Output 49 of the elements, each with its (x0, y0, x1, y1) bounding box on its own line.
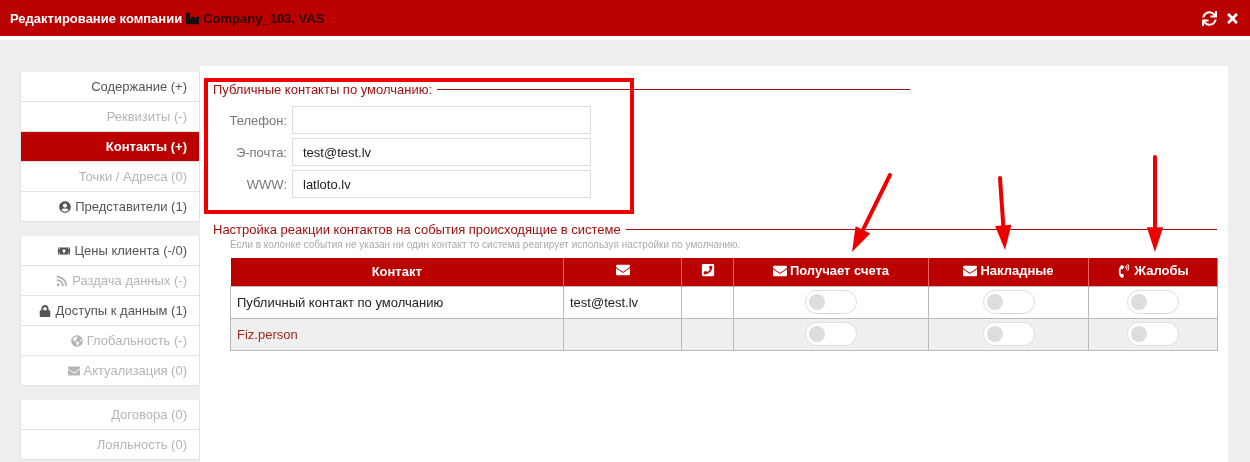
close-icon[interactable] (1225, 10, 1240, 26)
contact-link[interactable]: Fiz.person (230, 318, 564, 350)
sidebar-item[interactable]: Контакты (+) (20, 132, 200, 162)
company-name: Company_103, VAS (203, 10, 325, 26)
user-icon (59, 200, 72, 213)
toggle-switch[interactable] (982, 322, 1035, 346)
toggle-switch[interactable] (982, 290, 1035, 314)
input-field[interactable] (292, 106, 591, 134)
field-label: WWW: (245, 176, 287, 192)
sidebar-label: Представители (1) (75, 199, 187, 214)
refresh-icon[interactable] (1202, 10, 1217, 26)
banknote-icon (58, 244, 71, 257)
sidebar-label: Глобальность (-) (86, 333, 187, 348)
toggle-switch[interactable] (805, 322, 857, 346)
toggle-switch[interactable] (1127, 322, 1179, 346)
envelope-icon (67, 364, 80, 377)
envelope-icon (963, 263, 978, 278)
column-header: Контакт (230, 258, 564, 286)
field-label: Телефон: (228, 112, 287, 128)
header-label: Жалобы (1134, 263, 1189, 278)
header-label: Накладные (980, 263, 1054, 278)
section-title: Публичные контакты по умолчанию: (213, 82, 433, 97)
header-label: Получает счета (789, 263, 890, 278)
window-title: Редактирование компании (10, 10, 183, 26)
sidebar-label: Цены клиента (-/0) (74, 243, 187, 258)
phone-icon (700, 263, 715, 278)
sidebar-item[interactable]: Доступы к данным (1) (20, 296, 200, 326)
toggle-switch[interactable] (1127, 290, 1179, 314)
phone-volume-icon (1117, 263, 1132, 278)
sidebar-item[interactable]: Представители (1) (20, 192, 200, 222)
section-title: Настройка реакции контактов на события происходящие в системе (213, 222, 621, 237)
envelope-icon (772, 263, 787, 278)
rss-icon (56, 274, 69, 287)
toggle-switch[interactable] (805, 290, 857, 314)
table-cell: Публичный контакт по умолчанию (230, 286, 564, 318)
sidebar-label: Раздача данных (-) (72, 273, 187, 288)
field-label: Э-почта: (234, 144, 287, 160)
sidebar-item[interactable]: Содержание (+) (20, 72, 200, 102)
envelope-icon (615, 263, 630, 278)
table-cell: test@test.lv (563, 286, 682, 318)
globe-icon (70, 334, 83, 347)
hint-text: Если в колонке события не указан ни один контакт то система реагирует используя настройки по умолчанию. (230, 239, 742, 251)
sidebar-label: Доступы к данным (1) (55, 303, 187, 318)
factory-icon (186, 11, 200, 25)
input-field[interactable]: latloto.lv (292, 170, 591, 198)
sidebar-item[interactable]: Цены клиента (-/0) (20, 236, 200, 266)
input-field[interactable]: test@test.lv (292, 138, 591, 166)
sidebar-label: Актуализация (0) (83, 363, 187, 378)
lock-icon (39, 304, 52, 317)
